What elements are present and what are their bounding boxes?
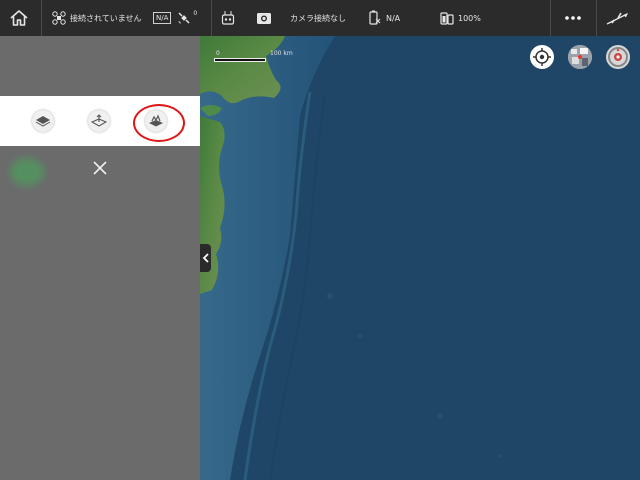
map-layer-2d-button[interactable] — [32, 110, 54, 132]
more-button[interactable] — [556, 0, 590, 36]
close-icon — [93, 161, 107, 175]
locate-button[interactable] — [530, 45, 554, 69]
map-layer-3d-icon — [91, 114, 107, 127]
drone-battery-icon — [369, 10, 381, 25]
map-thumbnail-button[interactable] — [568, 45, 592, 69]
selected-layer-highlight — [133, 104, 185, 142]
home-icon — [10, 10, 28, 26]
map-imagery — [200, 36, 640, 480]
map-layer-2d-icon — [35, 116, 51, 127]
satellite-map[interactable]: 0 100 km — [200, 36, 640, 480]
map-thumbnail-icon — [568, 45, 592, 69]
blurred-thumbnail — [10, 158, 44, 186]
scale-start-label: 0 — [216, 50, 220, 57]
collapse-panel-handle[interactable] — [200, 244, 211, 272]
locate-icon — [533, 48, 551, 66]
remote-controller-icon — [221, 11, 235, 25]
remote-controller-status[interactable] — [221, 0, 235, 36]
map-layer-3d-button[interactable] — [88, 110, 110, 132]
camera-icon — [257, 13, 271, 24]
drone-connection-status[interactable]: 接続されていません — [52, 0, 142, 36]
satellite-count: 0 — [193, 9, 198, 17]
scale-end-label: 100 km — [270, 50, 293, 57]
gps-status[interactable]: N/A 0 — [150, 0, 197, 36]
camera-status-text: カメラ接続なし — [290, 13, 346, 23]
gps-value: N/A — [153, 12, 172, 24]
close-panel-button[interactable] — [91, 159, 109, 177]
more-icon — [565, 16, 581, 20]
remote-battery-value: 100% — [458, 13, 481, 23]
takeoff-button[interactable] — [606, 0, 628, 36]
drone-icon — [52, 11, 66, 25]
takeoff-icon — [606, 12, 628, 25]
remote-battery-icon — [440, 12, 454, 25]
drone-battery-status[interactable]: N/A — [368, 0, 400, 36]
satellite-icon — [178, 12, 190, 24]
remote-battery-status[interactable]: 100% — [440, 0, 481, 36]
map-scale-bar — [214, 58, 266, 62]
compass-button[interactable] — [606, 45, 630, 69]
drone-battery-value: N/A — [386, 13, 401, 23]
chevron-left-icon — [202, 253, 209, 263]
camera-status[interactable]: カメラ接続なし — [256, 0, 346, 36]
compass-icon — [608, 47, 628, 67]
drone-status-text: 接続されていません — [70, 13, 142, 23]
home-button[interactable] — [8, 0, 30, 36]
top-status-bar: 接続されていません N/A 0 カメラ接続なし N/A 100% — [0, 0, 640, 37]
